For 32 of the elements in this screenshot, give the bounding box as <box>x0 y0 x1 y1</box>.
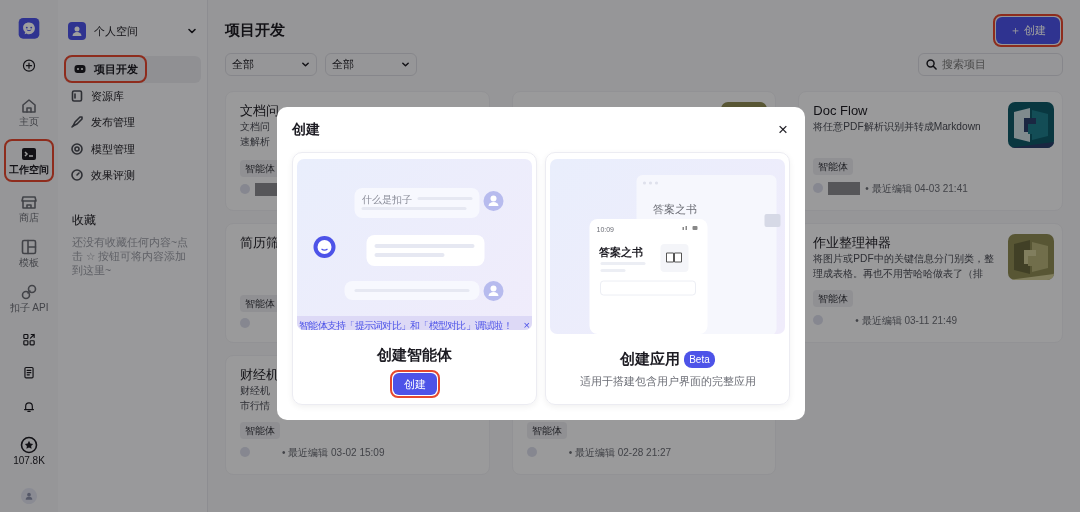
type-tag: 智能体 <box>813 289 854 307</box>
card-description: 将任意PDF解析识别并转成Markdown <box>813 119 981 134</box>
edit-time: • 最近编辑 02-28 21:27 <box>568 445 672 460</box>
option-title: 创建应用 <box>620 349 681 369</box>
page-title: 项目开发 <box>225 21 285 40</box>
card-description: 理成表格。再也不用苦哈哈做表了（排 <box>813 266 984 281</box>
dialog-title: 创建 <box>292 120 320 139</box>
option-description: 适用于搭建包含用户界面的完整应用 <box>579 373 756 389</box>
card-description: 将图片或PDF中的关键信息分门别类，整 <box>813 251 994 266</box>
type-tag: 智能体 <box>526 421 567 439</box>
type-tag: 智能体 <box>240 421 280 439</box>
card-description: 市行情 <box>240 398 270 413</box>
card-description: 文档问 <box>240 119 270 134</box>
bubble-text: 什么是扣子 <box>361 194 412 205</box>
card-title: 作业整理神器 <box>813 233 892 251</box>
edit-time: • 最近编辑 04-03 21:41 <box>865 181 968 196</box>
option-title: 创建智能体 <box>377 345 452 365</box>
type-tag: 智能体 <box>240 159 280 177</box>
card-title: Doc Flow <box>813 101 868 119</box>
card-description: 速解析 <box>240 134 270 149</box>
type-tag: 智能体 <box>813 157 854 175</box>
edit-time: • 最近编辑 03-02 15:09 <box>282 445 385 460</box>
card-heading: 答案之书 <box>598 246 643 258</box>
mockup-title: 答案之书 <box>652 203 697 215</box>
card-title: 简历筛 <box>240 233 279 251</box>
edit-time: • 最近编辑 03-11 21:49 <box>855 313 958 328</box>
section-title: 收藏 <box>72 211 97 229</box>
beta-badge: Beta <box>684 350 715 368</box>
banner-text: 智能体支持「提示词对比」和「模型对比」调试啦！ <box>299 318 512 330</box>
card-title: 文档问 <box>240 101 279 119</box>
card-description: 财经机 <box>240 383 270 398</box>
type-tag: 智能体 <box>240 294 280 312</box>
